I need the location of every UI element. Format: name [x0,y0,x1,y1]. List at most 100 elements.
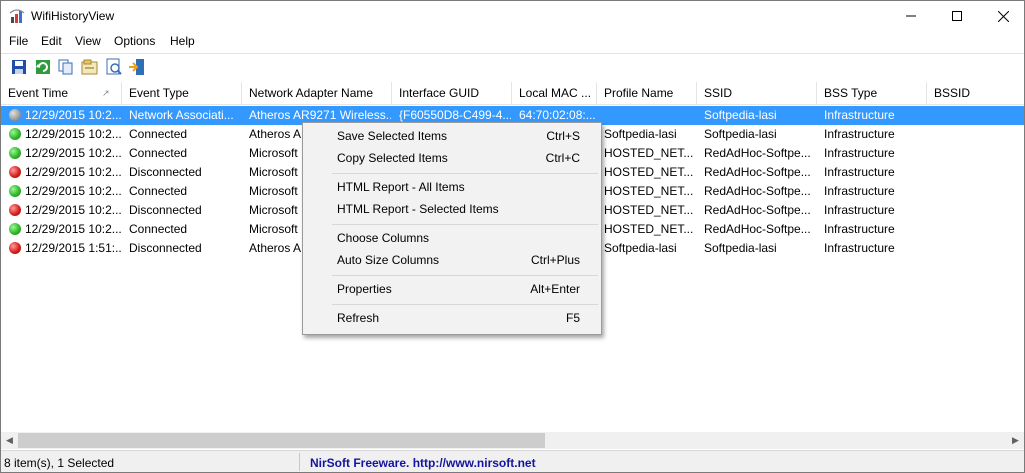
cell-ssid: Softpedia-lasi [704,241,777,255]
sort-arrow-icon: ↗ [102,88,110,98]
cell-event-type: Connected [129,222,188,236]
column-header-bss-type[interactable]: BSS Type [817,82,927,104]
cell-profile: Softpedia-lasi [604,127,677,141]
cell-bss-type: Infrastructure [824,108,895,122]
scroll-left-icon[interactable]: ◀ [1,432,18,449]
column-header-event-type[interactable]: Event Type [122,82,242,104]
exit-icon[interactable] [128,58,146,76]
cell-event-time: 12/29/2015 1:51:... [25,241,121,255]
column-header-event-time[interactable]: Event Time ↗ [1,82,122,104]
minimize-button[interactable] [888,1,934,31]
cell-event-type: Connected [129,146,188,160]
menu-options[interactable]: Options [114,34,155,48]
menu-item-label: Properties [337,282,392,296]
list-header: Event Time ↗ Event Type Network Adapter … [1,82,1024,105]
cell-bss-type: Infrastructure [824,165,895,179]
cell-event-type: Connected [129,184,188,198]
menu-item-properties[interactable]: Properties Alt+Enter [303,278,601,300]
cell-profile: HOSTED_NET... [604,203,694,217]
cell-bss-type: Infrastructure [824,146,895,160]
menu-edit[interactable]: Edit [41,34,62,48]
menu-item-choose-columns[interactable]: Choose Columns [303,227,601,249]
menu-item-label: HTML Report - All Items [337,180,465,194]
nirsoft-link[interactable]: NirSoft Freeware. http://www.nirsoft.net [310,456,536,470]
scrollbar-thumb[interactable] [18,433,545,448]
status-bar: 8 item(s), 1 Selected NirSoft Freeware. … [1,450,1024,472]
app-icon [9,9,25,23]
refresh-icon[interactable] [34,58,52,76]
column-header-interface-guid[interactable]: Interface GUID [392,82,512,104]
cell-profile: HOSTED_NET... [604,222,694,236]
status-divider [299,453,300,471]
status-green-icon [9,223,21,235]
cell-event-time: 12/29/2015 10:2... [25,203,121,217]
cell-ssid: Softpedia-lasi [704,108,777,122]
cell-event-type: Disconnected [129,241,202,255]
cell-event-type: Network Associati... [129,108,234,122]
cell-event-time: 12/29/2015 10:2... [25,165,121,179]
cell-ssid: Softpedia-lasi [704,127,777,141]
app-window: WifiHistoryView File Edit View Options H… [0,0,1025,473]
cell-profile: Softpedia-lasi [604,241,677,255]
menu-bar: File Edit View Options Help [1,32,1024,52]
cell-profile [604,106,696,125]
menu-item-shortcut: Ctrl+C [545,151,580,165]
menu-help[interactable]: Help [170,34,195,48]
menu-item-html-report-selected[interactable]: HTML Report - Selected Items [303,198,601,220]
title-bar: WifiHistoryView [1,1,1024,31]
horizontal-scrollbar[interactable]: ◀ ▶ [1,432,1024,449]
status-red-icon [9,242,21,254]
status-red-icon [9,204,21,216]
column-header-bssid[interactable]: BSSID [927,82,1024,104]
cell-event-type: Connected [129,127,188,141]
cell-ssid: RedAdHoc-Softpe... [704,222,811,236]
maximize-icon [952,11,962,21]
column-header-profile-name[interactable]: Profile Name [597,82,697,104]
menu-separator [332,304,598,305]
html-report-icon[interactable] [105,58,123,76]
copy-icon[interactable] [57,58,75,76]
status-gray-icon [9,109,21,121]
menu-item-refresh[interactable]: Refresh F5 [303,307,601,329]
save-icon[interactable] [10,58,28,76]
cell-profile: HOSTED_NET... [604,165,694,179]
column-header-label: Event Time [8,86,69,100]
cell-bss-type: Infrastructure [824,222,895,236]
menu-item-copy-selected[interactable]: Copy Selected Items Ctrl+C [303,147,601,169]
status-green-icon [9,185,21,197]
cell-event-time: 12/29/2015 10:2... [25,222,121,236]
cell-ssid: RedAdHoc-Softpe... [704,146,811,160]
close-button[interactable] [980,1,1024,31]
menu-item-shortcut: Alt+Enter [530,282,580,296]
menu-item-save-selected[interactable]: Save Selected Items Ctrl+S [303,125,601,147]
cell-ssid: RedAdHoc-Softpe... [704,184,811,198]
menu-item-label: Save Selected Items [337,129,448,143]
menu-item-html-report-all[interactable]: HTML Report - All Items [303,176,601,198]
maximize-button[interactable] [934,1,980,31]
close-icon [997,10,1009,22]
column-header-local-mac[interactable]: Local MAC ... [512,82,597,104]
cell-bss-type: Infrastructure [824,241,895,255]
menu-item-label: Choose Columns [337,231,430,245]
cell-event-time: 12/29/2015 10:2... [25,108,121,122]
menu-item-shortcut: F5 [565,311,580,325]
menu-view[interactable]: View [75,34,101,48]
menu-separator [332,275,598,276]
cell-event-time: 12/29/2015 10:2... [25,127,121,141]
scroll-right-icon[interactable]: ▶ [1007,432,1024,449]
menu-item-label: Copy Selected Items [337,151,448,165]
column-header-ssid[interactable]: SSID [697,82,817,104]
cell-bss-type: Infrastructure [824,184,895,198]
menu-item-label: Auto Size Columns [337,253,440,267]
cell-ssid: RedAdHoc-Softpe... [704,203,811,217]
minimize-icon [906,15,916,17]
menu-item-auto-size-columns[interactable]: Auto Size Columns Ctrl+Plus [303,249,601,271]
column-header-network-adapter-name[interactable]: Network Adapter Name [242,82,392,104]
menu-item-label: HTML Report - Selected Items [337,202,499,216]
cell-ssid: RedAdHoc-Softpe... [704,165,811,179]
cell-profile: HOSTED_NET... [604,146,694,160]
properties-icon[interactable] [81,58,99,76]
cell-bss-type: Infrastructure [824,203,895,217]
cell-event-time: 12/29/2015 10:2... [25,184,121,198]
menu-file[interactable]: File [9,34,28,48]
